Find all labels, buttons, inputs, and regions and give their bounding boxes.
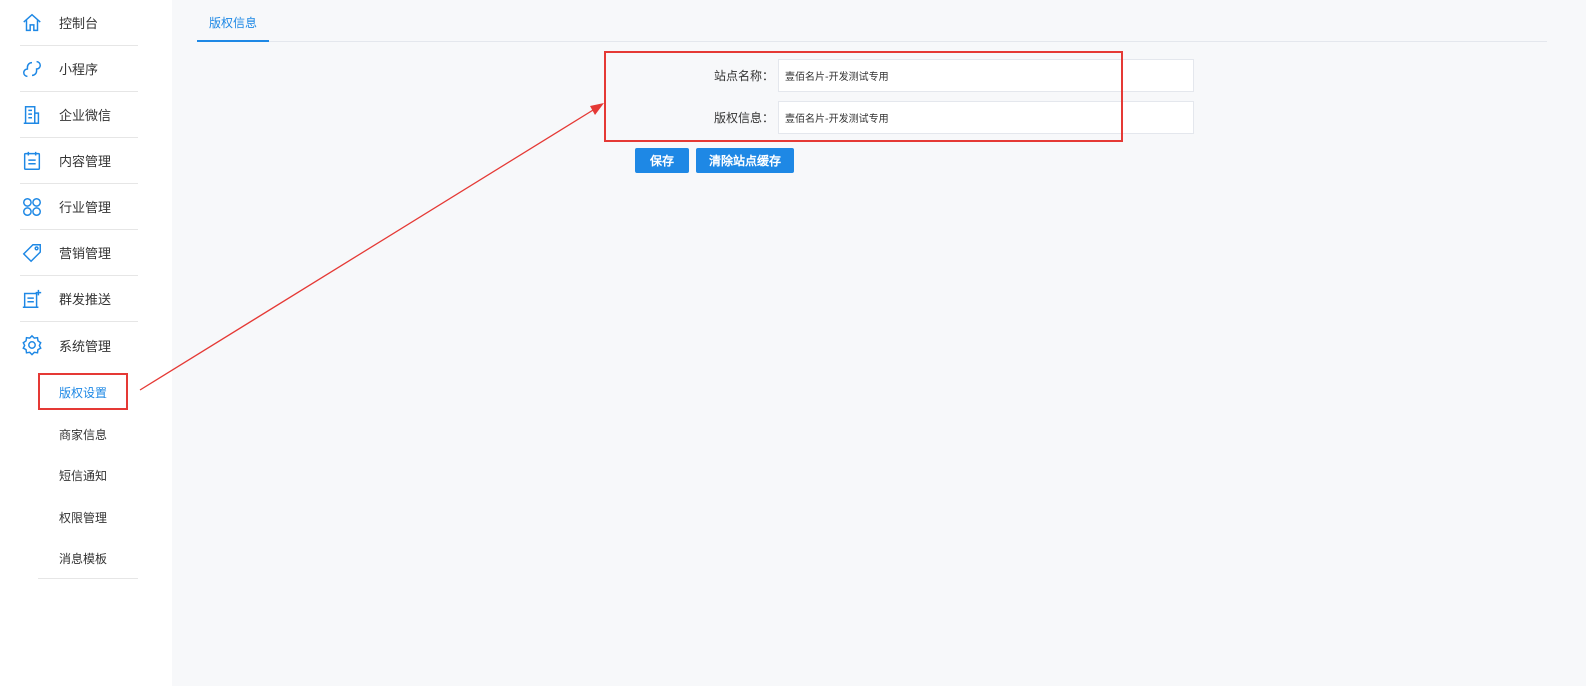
building-icon (20, 103, 44, 127)
divider (38, 578, 138, 579)
form-row-copyright: 版权信息： 壹佰名片-开发测试专用 (690, 101, 1194, 134)
subnav-copyright-settings[interactable]: 版权设置 (59, 384, 107, 401)
subnav-permissions[interactable]: 权限管理 (59, 509, 107, 526)
copyright-input[interactable]: 壹佰名片-开发测试专用 (778, 101, 1194, 134)
nav-item-miniprogram[interactable]: 小程序 (20, 46, 138, 92)
site-name-label: 站点名称： (713, 69, 774, 83)
copyright-label: 版权信息： (713, 111, 774, 125)
nav-item-push[interactable]: 群发推送 (20, 276, 138, 322)
nav-label: 企业微信 (59, 109, 112, 124)
nav-item-dashboard[interactable]: 控制台 (20, 0, 138, 46)
miniprogram-icon (20, 57, 44, 81)
nav-label: 群发推送 (59, 293, 112, 308)
nav-item-enterprise-wechat[interactable]: 企业微信 (20, 92, 138, 138)
nav-label: 系统管理 (59, 339, 112, 355)
nav-label: 营销管理 (59, 247, 112, 262)
industry-icon (20, 195, 44, 219)
form-row-site-name: 站点名称： 壹佰名片-开发测试专用 (690, 59, 1194, 92)
document-icon (20, 149, 44, 173)
subnav-message-templates[interactable]: 消息模板 (59, 550, 107, 567)
subnav-merchant-info[interactable]: 商家信息 (59, 426, 107, 443)
nav-label: 小程序 (59, 63, 99, 78)
nav-item-system[interactable]: 系统管理 (20, 322, 138, 368)
subnav-sms-notify[interactable]: 短信通知 (59, 467, 107, 484)
push-icon (20, 287, 44, 311)
home-icon (20, 11, 44, 35)
nav-label: 内容管理 (59, 155, 112, 170)
save-button[interactable]: 保存 (635, 148, 689, 173)
tab-copyright-info[interactable]: 版权信息 (197, 0, 269, 42)
main-content: 版权信息 站点名称： 壹佰名片-开发测试专用 版权信息： 壹佰名片-开发测试专用… (172, 0, 1586, 686)
sidebar: 控制台 小程序 企业微信 内容管理 行业管理 营销管理 群发推送 系统管理 版权… (0, 0, 172, 686)
tab-bar: 版权信息 (197, 0, 1547, 42)
nav-item-content[interactable]: 内容管理 (20, 138, 138, 184)
clear-cache-button[interactable]: 清除站点缓存 (696, 148, 794, 173)
nav-label: 控制台 (59, 17, 99, 32)
nav-item-marketing[interactable]: 营销管理 (20, 230, 138, 276)
site-name-input[interactable]: 壹佰名片-开发测试专用 (778, 59, 1194, 92)
nav-label: 行业管理 (59, 201, 112, 216)
nav-item-industry[interactable]: 行业管理 (20, 184, 138, 230)
tag-icon (20, 241, 44, 265)
gear-icon (20, 333, 44, 357)
